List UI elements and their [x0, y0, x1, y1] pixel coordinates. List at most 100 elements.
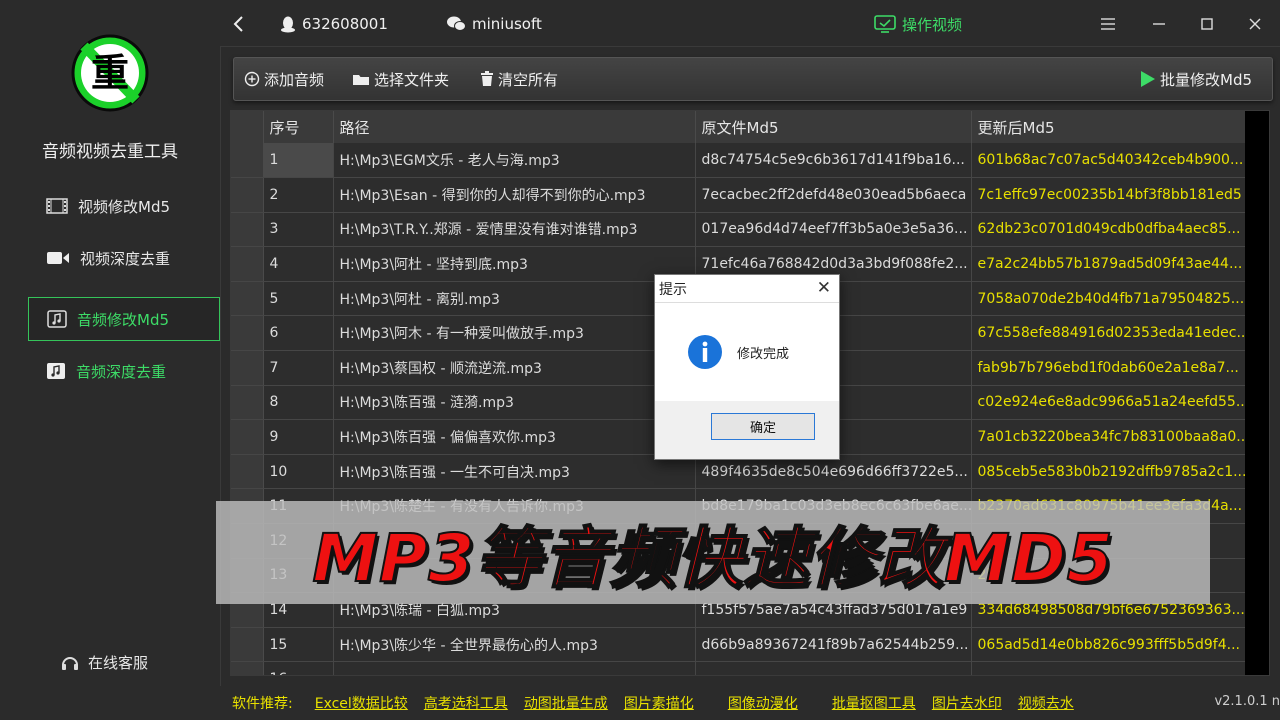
cell-path: H:\Mp3\陈少华 - 全世界最伤心的人.mp3 — [333, 627, 696, 663]
version-label: v2.1.0.1 n — [1210, 694, 1280, 709]
cell-new-md5: 62db23c0701d049cdb0dfba4aec85... — [971, 212, 1248, 248]
row-header[interactable] — [231, 627, 264, 663]
promo-banner: MP3等音频快速修改MD5 — [216, 501, 1210, 604]
row-header[interactable] — [231, 281, 264, 317]
banner-text: MP3等音频快速修改MD5 — [311, 519, 1114, 598]
cell-new-md5: 601b68ac7c07ac5d40342ceb4b900... — [971, 143, 1248, 179]
minimize-button[interactable] — [1152, 0, 1172, 48]
row-header[interactable] — [231, 385, 264, 421]
back-button[interactable] — [232, 0, 252, 48]
sidebar: 重 音频视频去重工具 视频修改Md5 视频深度去重 音频修改Md5 音频深度去重… — [0, 0, 220, 720]
cell-path: H:\Mp3\Esan - 得到你的人却得不到你的心.mp3 — [333, 177, 696, 213]
trash-icon — [481, 71, 493, 86]
cell-new-md5: fab9b7b796ebd1f0dab60e2a1e8a7... — [971, 350, 1248, 386]
footer-link[interactable]: 批量抠图工具 — [832, 693, 916, 713]
column-header-index[interactable]: 序号 — [263, 111, 334, 143]
menu-button[interactable] — [1100, 0, 1122, 48]
cell-original-md5: d8c74754c5e9c6b3617d141f9ba16... — [695, 143, 972, 179]
app-logo-icon: 重 — [71, 34, 149, 112]
music-note-icon — [47, 363, 65, 379]
footer-label: 软件推荐: — [232, 696, 293, 712]
cell-path — [333, 661, 696, 675]
footer-link[interactable]: 图像动漫化 — [728, 693, 798, 713]
footer-recommendations: 软件推荐: Excel数据比较 高考选科工具 动图批量生成 图片素描化 图像动漫… — [220, 686, 1280, 720]
sidebar-item-audio-dedup[interactable]: 音频深度去重 — [28, 349, 220, 393]
title-bar: 632608001 miniusoft 操作视频 — [220, 0, 1280, 48]
support-label: 在线客服 — [88, 654, 149, 672]
operation-video-link[interactable]: 操作视频 — [874, 0, 962, 48]
cell-new-md5: e7a2c24bb57b1879ad5d09f43ae44... — [971, 246, 1248, 282]
sidebar-item-label: 音频修改Md5 — [77, 310, 170, 329]
column-header-original-md5[interactable]: 原文件Md5 — [695, 111, 972, 143]
sidebar-item-video-md5[interactable]: 视频修改Md5 — [28, 184, 220, 228]
chevron-left-icon — [233, 16, 243, 32]
cell-original-md5: d66b9a89367241f89b7a62544b259... — [695, 627, 972, 663]
row-header[interactable] — [231, 143, 264, 179]
sidebar-item-audio-md5[interactable]: 音频修改Md5 — [28, 297, 220, 341]
row-header[interactable] — [231, 350, 264, 386]
close-button[interactable] — [1248, 0, 1268, 48]
row-header[interactable] — [231, 315, 264, 352]
cell-new-md5: 67c558efe884916d02353eda41edec... — [971, 315, 1248, 352]
column-header-path[interactable]: 路径 — [333, 111, 696, 143]
table-row[interactable]: 2 H:\Mp3\Esan - 得到你的人却得不到你的心.mp3 7ecacbec2… — [231, 177, 1248, 213]
cell-path: H:\Mp3\阿杜 - 离别.mp3 — [333, 281, 696, 317]
batch-modify-label: 批量修改Md5 — [1160, 70, 1253, 89]
sidebar-item-label: 视频修改Md5 — [78, 197, 171, 216]
svg-text:重: 重 — [91, 50, 129, 95]
cell-path: H:\Mp3\陈百强 - 偏偏喜欢你.mp3 — [333, 419, 696, 455]
dialog-close-button[interactable]: ✕ — [817, 278, 831, 298]
wechat-contact[interactable]: miniusoft — [446, 0, 542, 48]
sidebar-item-video-dedup[interactable]: 视频深度去重 — [28, 236, 220, 280]
cell-path: H:\Mp3\T.R.Y..郑源 - 爱情里没有谁对谁错.mp3 — [333, 212, 696, 248]
table-row[interactable]: 16 — [231, 661, 1248, 675]
row-header[interactable] — [231, 246, 264, 282]
column-header-new-md5[interactable]: 更新后Md5 — [971, 111, 1248, 143]
table-row[interactable]: 15 H:\Mp3\陈少华 - 全世界最伤心的人.mp3 d66b9a8936724… — [231, 627, 1248, 663]
batch-modify-md5-button[interactable]: 批量修改Md5 — [1138, 58, 1252, 100]
qq-number: 632608001 — [302, 15, 388, 33]
footer-link[interactable]: 视频去水 — [1018, 693, 1074, 713]
cell-index: 1 — [263, 143, 334, 179]
row-header[interactable] — [231, 454, 264, 490]
vertical-scrollbar[interactable] — [1245, 111, 1269, 675]
wechat-id: miniusoft — [472, 15, 542, 33]
cell-index: 2 — [263, 177, 334, 213]
row-header[interactable] — [231, 661, 264, 675]
row-header[interactable] — [231, 177, 264, 213]
table-row[interactable]: 1 H:\Mp3\EGM文乐 - 老人与海.mp3 d8c74754c5e9c6b3… — [231, 143, 1248, 179]
row-header[interactable] — [231, 212, 264, 248]
cell-index: 3 — [263, 212, 334, 248]
online-support-link[interactable]: 在线客服 — [60, 652, 148, 673]
row-header[interactable] — [231, 419, 264, 455]
clear-all-button[interactable]: 清空所有 — [480, 58, 558, 100]
table-row[interactable]: 3 H:\Mp3\T.R.Y..郑源 - 爱情里没有谁对谁错.mp3 017ea96… — [231, 212, 1248, 248]
video-screen-icon — [874, 15, 896, 33]
cell-index: 9 — [263, 419, 334, 455]
footer-link[interactable]: 图片素描化 — [624, 693, 694, 713]
music-note-icon — [47, 310, 67, 328]
cell-index: 6 — [263, 315, 334, 352]
footer-link[interactable]: Excel数据比较 — [315, 693, 408, 713]
folder-icon — [353, 75, 369, 85]
footer-link[interactable]: 图片去水印 — [932, 693, 1002, 713]
cell-path: H:\Mp3\陈百强 - 一生不可自决.mp3 — [333, 454, 696, 490]
add-audio-button[interactable]: 添加音频 — [244, 58, 324, 100]
toolbar: 添加音频 选择文件夹 清空所有 批量修改Md5 — [233, 57, 1273, 101]
maximize-button[interactable] — [1200, 0, 1220, 48]
cell-index: 10 — [263, 454, 334, 490]
footer-link[interactable]: 高考选科工具 — [424, 693, 508, 713]
sidebar-item-label: 音频深度去重 — [76, 362, 167, 381]
footer-link[interactable]: 动图批量生成 — [524, 693, 608, 713]
cell-index: 15 — [263, 627, 334, 663]
film-icon — [46, 198, 68, 214]
plus-circle-icon — [244, 71, 260, 87]
select-folder-button[interactable]: 选择文件夹 — [352, 58, 449, 100]
cell-new-md5: 7058a070de2b40d4fb71a79504825... — [971, 281, 1248, 317]
dialog-ok-button[interactable]: 确定 — [711, 413, 815, 440]
cell-original-md5: 7ecacbec2ff2defd48e030ead5b6aeca — [695, 177, 972, 213]
qq-contact[interactable]: 632608001 — [280, 0, 388, 48]
close-icon — [1249, 18, 1261, 30]
cell-new-md5: c02e924e6e8adc9966a51a24eefd55... — [971, 385, 1248, 421]
headset-icon — [62, 656, 78, 670]
